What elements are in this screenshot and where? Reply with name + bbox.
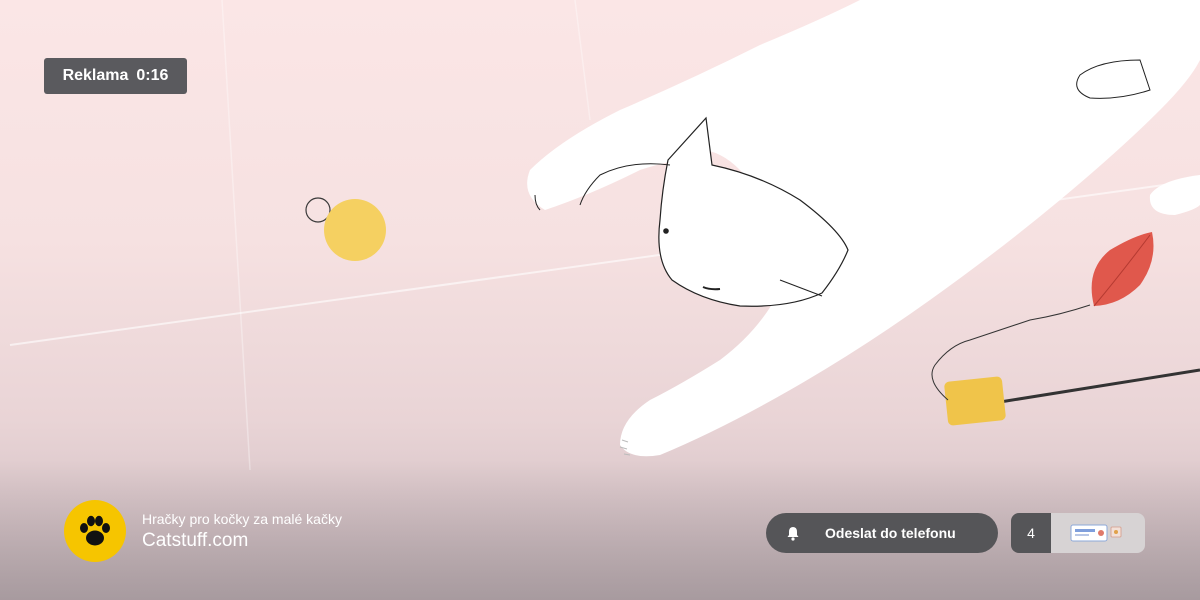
wand-stick — [999, 368, 1200, 404]
video-thumbnail-icon[interactable] — [1051, 513, 1145, 553]
send-to-phone-label: Odeslat do telefonu — [825, 525, 956, 541]
ad-label: Reklama — [62, 67, 129, 84]
cat-hind-paw — [1149, 175, 1200, 215]
bell-icon — [785, 525, 801, 541]
paw-icon — [80, 515, 110, 546]
cat-eye — [663, 228, 669, 234]
floor-line — [574, 0, 591, 121]
send-to-phone-button[interactable]: Odeslat do telefonu — [766, 513, 998, 553]
ad-badge: Reklama 0:16 — [44, 58, 187, 94]
queue-count: 4 — [1011, 513, 1051, 553]
advertiser-info[interactable]: Hračky pro kočky za malé kačky Catstuff.… — [64, 500, 342, 562]
yellow-ball-icon — [324, 199, 386, 261]
toy-block — [944, 376, 1006, 426]
advertiser-domain[interactable]: Catstuff.com — [142, 529, 342, 553]
ad-countdown: 0:16 — [136, 67, 169, 84]
advertiser-tagline: Hračky pro kočky za malé kačky — [142, 510, 342, 527]
advertiser-logo[interactable] — [64, 500, 126, 562]
video-player[interactable]: Reklama 0:16 Hračky pro kočky za malé ka… — [0, 0, 1200, 600]
advertiser-text: Hračky pro kočky za malé kačky Catstuff.… — [142, 510, 342, 553]
ad-queue[interactable]: 4 — [1011, 513, 1145, 553]
floor-line — [221, 0, 251, 471]
